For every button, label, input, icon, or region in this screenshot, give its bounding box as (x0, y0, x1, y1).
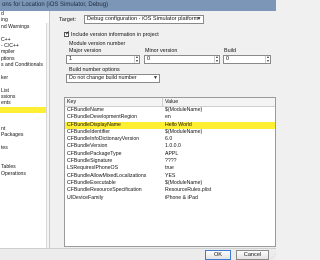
table-body: CFBundleName $(ModuleName) CFBundleDevelop… (65, 107, 275, 202)
build-options-label: Build number options (69, 67, 120, 73)
build-value: 0 (226, 56, 230, 62)
row-value: ???? (165, 158, 177, 165)
resize-grip-icon[interactable]: ⋰ (270, 254, 276, 260)
module-version-label: Module version number (69, 41, 126, 47)
checkmark-icon: ✓ (65, 31, 71, 38)
row-value: Hello World (165, 121, 192, 128)
column-header-value[interactable]: Value (165, 98, 178, 107)
sidebar-item[interactable]: Operations (0, 171, 49, 177)
row-value: 1.0.0.0 (165, 143, 181, 150)
target-label: Target: (59, 17, 77, 23)
column-header-key[interactable]: Key (67, 98, 76, 107)
row-key: CFBundleSignature (67, 158, 113, 165)
major-version-field[interactable]: 1 ▲ ▼ (66, 55, 140, 64)
target-select-value: Debug configuration - iOS Simulator plat… (87, 16, 199, 22)
row-key: CFBundleResourceSpecification (67, 187, 142, 194)
include-version-checkbox[interactable]: ✓ (64, 31, 71, 38)
major-version-value: 1 (69, 56, 73, 62)
table-row[interactable]: CFBundleDevelopmentRegion en (65, 114, 275, 121)
row-value: $(ModuleName) (165, 107, 203, 113)
info-plist-table[interactable]: Key Value CFBundleName $(ModuleName) CFBun… (64, 97, 276, 247)
row-value: $(ModuleName) (165, 179, 203, 186)
row-value: YES (165, 172, 176, 179)
row-key: CFBundlePackageType (67, 150, 122, 157)
row-key: CFBundleDevelopmentRegion (67, 114, 138, 121)
row-value: APPL (165, 150, 179, 157)
table-row[interactable]: CFBundleName $(ModuleName) (65, 107, 275, 114)
row-key: CFBundleName (67, 107, 104, 113)
chevron-down-icon: ▼ (196, 16, 202, 22)
column-divider[interactable] (162, 98, 163, 107)
table-row[interactable]: UIDeviceFamily iPhone & iPad (65, 195, 275, 202)
row-value: ResourceRules.plist (165, 187, 212, 194)
row-key: CFBundleExecutable (67, 179, 116, 186)
main-panel: Target: Debug configuration - iOS Simula… (52, 11, 276, 248)
row-value: iPhone & iPad (165, 194, 198, 201)
spinner-arrows-icon[interactable]: ▲ ▼ (214, 55, 219, 63)
target-select[interactable]: Debug configuration - iOS Simulator plat… (84, 15, 204, 24)
row-key: UIDeviceFamily (67, 194, 104, 201)
spinner-arrows-icon[interactable]: ▲ ▼ (265, 55, 270, 63)
build-options-select[interactable]: Do not change build number ▼ (66, 74, 160, 83)
spinner-arrows-icon[interactable]: ▲ ▼ (134, 55, 139, 63)
table-row[interactable]: CFBundleVersion 1.0.0.0 (65, 143, 275, 150)
table-row[interactable]: CFBundleIdentifier $(ModuleName) (65, 129, 275, 136)
row-value: 6.0 (165, 136, 173, 143)
cancel-button[interactable]: Cancel (236, 250, 269, 260)
row-key: CFBundleVersion (67, 143, 108, 150)
options-tree[interactable]: d ing nd Warnings C++ - C/C++ mpiler ptions s a… (0, 11, 50, 248)
ok-button[interactable]: OK (205, 250, 231, 260)
major-version-label: Major version (69, 48, 102, 54)
row-key: LSRequiresIPhoneOS (67, 165, 119, 172)
build-field[interactable]: 0 ▲ ▼ (223, 55, 271, 64)
table-row[interactable]: CFBundleResourceSpecification ResourceRul… (65, 187, 275, 194)
build-options-value: Do not change build number (69, 75, 137, 81)
row-value: en (165, 114, 171, 121)
minor-version-label: Minor version (145, 48, 178, 54)
row-value: true (165, 165, 174, 172)
sidebar-scrollbar[interactable] (46, 23, 49, 248)
table-row[interactable]: CFBundleDisplayName Hello World (65, 121, 275, 129)
table-row[interactable]: LSRequiresIPhoneOS true (65, 165, 275, 172)
options-tree-list: d ing nd Warnings C++ - C/C++ mpiler ptions s a… (0, 11, 49, 177)
include-version-row[interactable]: ✓ Include version information in project (64, 31, 159, 38)
row-key: CFBundleIdentifier (67, 128, 110, 135)
minor-version-field[interactable]: 0 ▲ ▼ (144, 55, 220, 64)
build-label: Build (224, 48, 236, 54)
table-row[interactable]: CFBundleSignature???? (65, 158, 275, 165)
dialog-footer: OK Cancel ⋰ (0, 248, 276, 260)
table-row[interactable]: CFBundleInfoDictionaryVersion 6.0 (65, 136, 275, 143)
minor-version-value: 0 (147, 56, 151, 62)
row-value: $(ModuleName) (165, 128, 203, 135)
table-row[interactable]: CFBundlePackageType APPL (65, 151, 275, 158)
table-row[interactable]: CFBundleAllowMixedLocalizations YES (65, 173, 275, 180)
chevron-down-icon: ▼ (153, 75, 158, 81)
table-header: Key Value (65, 98, 275, 107)
sidebar-item[interactable]: s and Conditionals (0, 62, 49, 68)
window-title: ons for Location (iOS Simulator, Debug) (0, 0, 276, 11)
row-key: CFBundleInfoDictionaryVersion (67, 136, 140, 143)
row-key: CFBundleDisplayName (67, 121, 121, 128)
table-row[interactable]: CFBundleExecutable $(ModuleName) (65, 180, 275, 187)
include-version-label: Include version information in project (71, 32, 159, 38)
row-key: CFBundleAllowMixedLocalizations (67, 172, 147, 179)
